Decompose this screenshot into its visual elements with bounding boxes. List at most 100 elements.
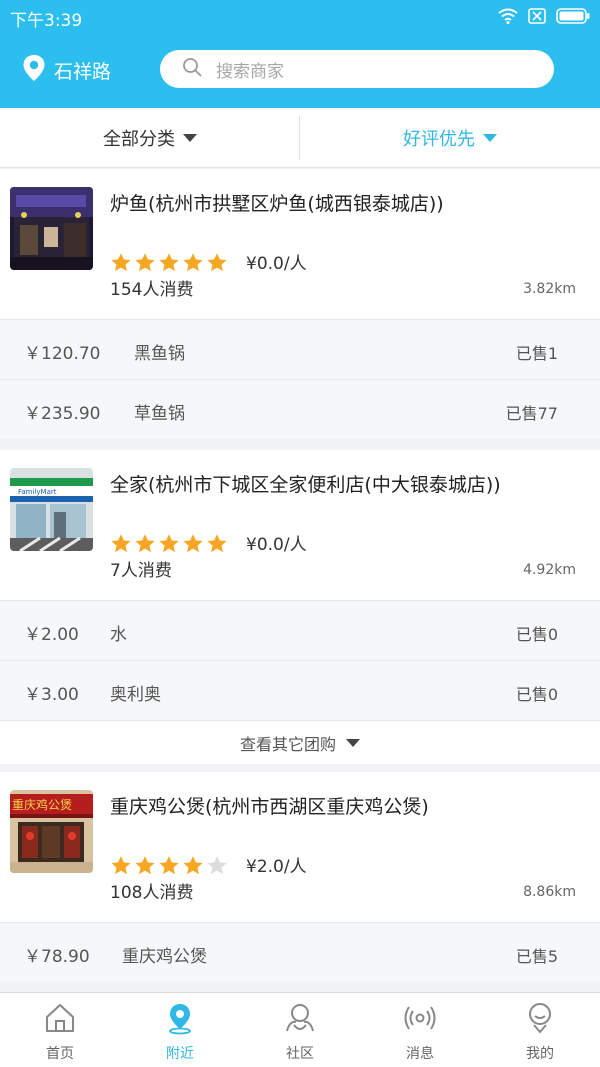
rating-row: ¥0.0/人 bbox=[110, 530, 307, 555]
nav-item-nearby[interactable]: 附近 bbox=[120, 993, 240, 1067]
distance: 8.86km bbox=[523, 884, 576, 900]
nav-label: 附近 bbox=[166, 1046, 194, 1062]
star-empty-icon bbox=[206, 854, 228, 876]
merchant-card: 重庆鸡公煲 重庆鸡公煲(杭州市西湖区重庆鸡公煲) ¥2.0/人 108人消费 8… bbox=[0, 772, 600, 982]
star-filled-icon bbox=[182, 854, 204, 876]
merchant-thumbnail: FamilyMart bbox=[10, 468, 93, 551]
distance: 3.82km bbox=[523, 281, 576, 297]
dropdown-arrow-icon bbox=[183, 134, 197, 142]
deal-row[interactable]: ￥235.90 草鱼锅 已售77 bbox=[0, 379, 600, 439]
deal-row[interactable]: ￥3.00 奥利奥 已售0 bbox=[0, 660, 600, 720]
distance: 4.92km bbox=[523, 562, 576, 578]
merchant-name: 炉鱼(杭州市拱墅区炉鱼(城西银泰城店)) bbox=[110, 193, 444, 215]
star-filled-icon bbox=[134, 251, 156, 273]
deal-price: ￥120.70 bbox=[24, 344, 101, 364]
deal-sold-count: 已售0 bbox=[515, 685, 558, 704]
location-pin-icon bbox=[163, 1001, 197, 1039]
deal-sold-count: 已售77 bbox=[505, 404, 558, 423]
search-input[interactable]: 搜索商家 bbox=[160, 50, 554, 88]
status-time: 下午3:39 bbox=[10, 11, 83, 31]
merchant-header[interactable]: 炉鱼(杭州市拱墅区炉鱼(城西银泰城店)) ¥0.0/人 154人消费 3.82k… bbox=[0, 169, 600, 319]
star-rating bbox=[110, 854, 228, 876]
category-filter-button[interactable]: 全部分类 bbox=[0, 108, 300, 168]
merchant-header[interactable]: 重庆鸡公煲 重庆鸡公煲(杭州市西湖区重庆鸡公煲) ¥2.0/人 108人消费 8… bbox=[0, 772, 600, 922]
filter-divider bbox=[299, 116, 300, 160]
star-filled-icon bbox=[134, 532, 156, 554]
merchant-name: 全家(杭州市下城区全家便利店(中大银泰城店)) bbox=[110, 474, 501, 496]
deal-sold-count: 已售5 bbox=[515, 947, 558, 966]
deal-price: ￥2.00 bbox=[24, 625, 79, 645]
merchant-thumbnail bbox=[10, 187, 93, 270]
star-filled-icon bbox=[110, 251, 132, 273]
familymart-sign: FamilyMart bbox=[18, 488, 57, 496]
deal-name: 重庆鸡公煲 bbox=[122, 947, 207, 967]
per-capita-price: ¥0.0/人 bbox=[246, 254, 307, 274]
consume-count: 154人消费 bbox=[110, 280, 194, 300]
merchant-card: FamilyMart 全家(杭州市下城区全家便利店(中大银泰城店)) ¥0.0/… bbox=[0, 450, 600, 764]
nav-label: 消息 bbox=[406, 1046, 434, 1062]
location-selector[interactable]: 石祥路 bbox=[22, 54, 111, 86]
status-bar: 下午3:39 bbox=[0, 0, 600, 32]
search-placeholder: 搜索商家 bbox=[216, 61, 284, 82]
star-filled-icon bbox=[110, 854, 132, 876]
star-filled-icon bbox=[158, 854, 180, 876]
merchant-card: 炉鱼(杭州市拱墅区炉鱼(城西银泰城店)) ¥0.0/人 154人消费 3.82k… bbox=[0, 169, 600, 439]
deal-name: 草鱼锅 bbox=[134, 404, 185, 424]
star-rating bbox=[110, 251, 228, 273]
chevron-down-icon bbox=[346, 738, 360, 747]
deal-price: ￥3.00 bbox=[24, 685, 79, 705]
rating-row: ¥2.0/人 bbox=[110, 852, 307, 877]
deal-sold-count: 已售1 bbox=[515, 344, 558, 363]
view-more-label: 查看其它团购 bbox=[239, 734, 336, 754]
location-pin-icon bbox=[22, 54, 46, 86]
star-filled-icon bbox=[206, 251, 228, 273]
community-icon bbox=[283, 1001, 317, 1039]
star-filled-icon bbox=[134, 854, 156, 876]
bottom-nav: 首页 附近 社区 消息 我的 bbox=[0, 992, 600, 1067]
deal-row[interactable]: ￥2.00 水 已售0 bbox=[0, 600, 600, 660]
deal-name: 水 bbox=[110, 625, 127, 645]
deal-row[interactable]: ￥120.70 黑鱼锅 已售1 bbox=[0, 319, 600, 379]
app-header: 下午3:39 石祥路 搜索商家 bbox=[0, 0, 600, 108]
sort-filter-label: 好评优先 bbox=[403, 129, 475, 150]
status-icons bbox=[498, 6, 590, 26]
location-label: 石祥路 bbox=[54, 60, 112, 83]
merchant-header[interactable]: FamilyMart 全家(杭州市下城区全家便利店(中大银泰城店)) ¥0.0/… bbox=[0, 450, 600, 600]
per-capita-price: ¥2.0/人 bbox=[246, 857, 307, 877]
filter-bar: 全部分类 好评优先 bbox=[0, 108, 600, 168]
star-filled-icon bbox=[158, 532, 180, 554]
nav-item-community[interactable]: 社区 bbox=[240, 993, 360, 1067]
search-icon bbox=[182, 57, 202, 81]
deal-price: ￥78.90 bbox=[24, 947, 90, 967]
star-filled-icon bbox=[182, 532, 204, 554]
star-filled-icon bbox=[182, 251, 204, 273]
rating-row: ¥0.0/人 bbox=[110, 249, 307, 274]
deal-name: 黑鱼锅 bbox=[134, 344, 185, 364]
sort-filter-button[interactable]: 好评优先 bbox=[300, 108, 600, 168]
deal-row[interactable]: ￥78.90 重庆鸡公煲 已售5 bbox=[0, 922, 600, 982]
star-filled-icon bbox=[206, 532, 228, 554]
star-filled-icon bbox=[110, 532, 132, 554]
per-capita-price: ¥0.0/人 bbox=[246, 535, 307, 555]
deal-name: 奥利奥 bbox=[110, 685, 161, 705]
view-more-deals-button[interactable]: 查看其它团购 bbox=[0, 720, 600, 764]
merchant-thumbnail: 重庆鸡公煲 bbox=[10, 790, 93, 873]
merchant-name: 重庆鸡公煲(杭州市西湖区重庆鸡公煲) bbox=[110, 796, 429, 818]
star-filled-icon bbox=[158, 251, 180, 273]
nav-item-messages[interactable]: 消息 bbox=[360, 993, 480, 1067]
wifi-icon bbox=[498, 8, 518, 24]
nav-label: 社区 bbox=[286, 1046, 314, 1062]
sim-icon bbox=[528, 8, 546, 24]
star-rating bbox=[110, 532, 228, 554]
nav-label: 首页 bbox=[46, 1046, 74, 1062]
consume-count: 7人消费 bbox=[110, 561, 172, 581]
battery-icon bbox=[556, 8, 590, 24]
nav-item-profile[interactable]: 我的 bbox=[480, 993, 600, 1067]
category-filter-label: 全部分类 bbox=[103, 129, 175, 150]
restaurant-sign: 重庆鸡公煲 bbox=[12, 797, 72, 812]
consume-count: 108人消费 bbox=[110, 883, 194, 903]
profile-icon bbox=[523, 1001, 557, 1039]
nav-item-home[interactable]: 首页 bbox=[0, 993, 120, 1067]
nav-label: 我的 bbox=[526, 1046, 554, 1062]
broadcast-icon bbox=[403, 1001, 437, 1039]
